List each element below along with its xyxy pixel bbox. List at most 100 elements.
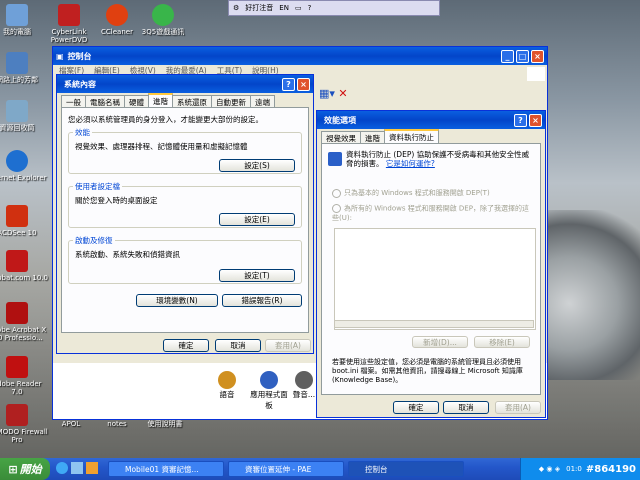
- cpanel-item-sound[interactable]: 聲音...: [289, 371, 319, 400]
- taskbar: ⊞ 開始 Mobile01 資審記憶... 資審位置延伸 - PAE 控制台 ◆…: [0, 458, 640, 480]
- environment-variables-button[interactable]: 環境變數(N): [136, 294, 218, 307]
- windows-logo-icon: [527, 67, 545, 81]
- ok-button[interactable]: 確定: [163, 339, 209, 352]
- desktop-icon-acrobat-com[interactable]: Acrobat.com 10.0: [0, 250, 48, 282]
- cancel-button[interactable]: 取消: [443, 401, 489, 414]
- desktop-icon-network[interactable]: 網路上的芳鄰: [0, 52, 48, 84]
- sound-icon: [295, 371, 313, 389]
- ccleaner-icon: [106, 4, 128, 26]
- powerdvd-icon: [58, 4, 80, 26]
- quick-launch: [56, 462, 98, 474]
- recycle-bin-icon: [6, 100, 28, 122]
- tab-visual-effects[interactable]: 視覺效果: [321, 131, 361, 143]
- performance-options-tabs: 視覺效果 進階 資料執行防止: [317, 129, 545, 143]
- view-toggle[interactable]: ▦▾ ✕: [319, 87, 348, 100]
- start-button[interactable]: ⊞ 開始: [0, 458, 50, 480]
- adobe-reader-icon: [6, 356, 28, 378]
- system-properties-titlebar[interactable]: 系統內容 ? ×: [57, 75, 313, 93]
- control-panel-titlebar[interactable]: ▣ 控制台 _ □ ×: [53, 47, 547, 65]
- performance-settings-button[interactable]: 設定(S): [219, 159, 295, 172]
- desktop-icon-adobe-reader[interactable]: Adobe Reader 7.0: [0, 356, 48, 396]
- radio-icon: [332, 204, 341, 213]
- maximize-icon[interactable]: □: [516, 49, 529, 63]
- error-reporting-button[interactable]: 錯誤報告(R): [222, 294, 302, 307]
- performance-options-dialog[interactable]: 效能選項 ? × 視覺效果 進階 資料執行防止 資料執行防止 (DEP) 協助保…: [316, 110, 546, 418]
- tray-icons[interactable]: ◆ ◉ ◈: [539, 465, 560, 473]
- dep-help-link[interactable]: 它是如何運作?: [386, 159, 435, 168]
- desktop: 我的電腦 CyberLink PowerDVD CCleaner 3Q5遊戲通訊…: [0, 0, 640, 458]
- system-tray: ◆ ◉ ◈ 01:0 #864190: [520, 458, 640, 480]
- tab-advanced[interactable]: 進階: [360, 131, 385, 143]
- radio-all-except[interactable]: 為所有的 Windows 程式和服務開啟 DEP，除了我選擇的這些(U):: [332, 204, 532, 223]
- system-properties-dialog[interactable]: 系統內容 ? × 一般 電腦名稱 硬體 進階 系統還原 自動更新 遠端 您必須以…: [56, 74, 314, 354]
- internet-explorer-icon: [6, 150, 28, 172]
- delete-icon[interactable]: ✕: [338, 87, 347, 100]
- tab-hardware[interactable]: 硬體: [124, 95, 149, 107]
- apply-button[interactable]: 套用(A): [265, 339, 311, 352]
- add-button[interactable]: 新增(D)...: [412, 336, 468, 348]
- apply-button[interactable]: 套用(A): [495, 401, 541, 414]
- chat-icon: [152, 4, 174, 26]
- tab-computer-name[interactable]: 電腦名稱: [85, 95, 125, 107]
- windows-flag-icon: ⊞: [8, 462, 18, 476]
- tab-dep[interactable]: 資料執行防止: [384, 129, 439, 143]
- help-icon[interactable]: ?: [282, 77, 295, 91]
- user-profiles-group: 使用者設定檔 關於您登入時的桌面設定 設定(E): [68, 181, 302, 228]
- desktop-icon-recycle-bin[interactable]: 資源回收筒: [0, 100, 48, 132]
- cpanel-item-app-panel[interactable]: 應用程式面板: [247, 371, 291, 411]
- user-profiles-settings-button[interactable]: 設定(E): [219, 213, 295, 226]
- control-panel-icon: ▣: [56, 51, 64, 61]
- ime-icon[interactable]: ⚙: [233, 4, 239, 12]
- task-control-panel[interactable]: 控制台: [348, 461, 464, 477]
- advanced-tab-panel: 您必須以系統管理員的身分登入，才能變更大部份的設定。 效能 視覺效果、處理器排程…: [61, 107, 309, 333]
- help-icon[interactable]: ?: [514, 113, 527, 127]
- minimize-icon[interactable]: _: [501, 49, 514, 63]
- admin-note: 您必須以系統管理員的身分登入，才能變更大部份的設定。: [68, 115, 263, 124]
- ok-button[interactable]: 確定: [393, 401, 439, 414]
- clock[interactable]: 01:0: [566, 465, 582, 473]
- close-icon[interactable]: ×: [529, 113, 542, 127]
- startup-recovery-group: 啟動及修復 系統啟動、系統失敗和偵錯資訊 設定(T): [68, 235, 302, 284]
- radio-essential-only[interactable]: 只為基本的 Windows 程式和服務開啟 DEP(T): [332, 188, 490, 198]
- desktop-icon-acrobat-pro[interactable]: Adobe Acrobat X 7.0 Professio...: [0, 302, 48, 342]
- exception-list-scrollbar[interactable]: [334, 320, 534, 328]
- remove-button[interactable]: 移除(E): [474, 336, 530, 348]
- speech-icon: [218, 371, 236, 389]
- dep-tab-panel: 資料執行防止 (DEP) 協助保護不受病毒和其他安全性威脅的損害。 它是如何運作…: [321, 143, 541, 395]
- quick-launch-media-icon[interactable]: [86, 462, 98, 474]
- app-panel-icon: [260, 371, 278, 389]
- tab-general[interactable]: 一般: [61, 95, 86, 107]
- acdsee-icon: [6, 205, 28, 227]
- dep-description: 資料執行防止 (DEP) 協助保護不受病毒和其他安全性威脅的損害。 它是如何運作…: [346, 150, 530, 168]
- shield-icon: [328, 152, 342, 166]
- task-pae[interactable]: 資審位置延伸 - PAE: [228, 461, 344, 477]
- dep-info: 若要使用這些設定值，您必須是電腦的系統管理員且必須使用 boot.ini 檔案。…: [332, 358, 523, 384]
- desktop-icon-3q5[interactable]: 3Q5遊戲通訊: [132, 4, 194, 36]
- tab-remote[interactable]: 遠端: [250, 95, 275, 107]
- performance-group: 效能 視覺效果、處理器排程、記憶體使用量和虛擬記憶體 設定(S): [68, 127, 302, 174]
- language-bar[interactable]: ⚙ 好打注音 EN ▭ ?: [228, 0, 440, 16]
- acrobat-pro-icon: [6, 302, 28, 324]
- exception-list[interactable]: [334, 228, 536, 330]
- desktop-icon-manual[interactable]: 使用說明書: [134, 420, 196, 428]
- tab-system-restore[interactable]: 系統還原: [172, 95, 212, 107]
- tab-auto-update[interactable]: 自動更新: [211, 95, 251, 107]
- close-icon[interactable]: ×: [531, 49, 544, 63]
- keyboard-icon[interactable]: ▭: [295, 4, 302, 12]
- network-icon: [6, 52, 28, 74]
- help-icon[interactable]: ?: [308, 4, 312, 12]
- acrobat-icon: [6, 250, 28, 272]
- desktop-icon-ie[interactable]: Internet Explorer: [0, 150, 48, 182]
- task-mobile01[interactable]: Mobile01 資審記憶...: [108, 461, 224, 477]
- cpanel-item-speech[interactable]: 語音: [207, 371, 247, 400]
- view-icon[interactable]: ▦▾: [319, 87, 335, 100]
- performance-options-titlebar[interactable]: 效能選項 ? ×: [317, 111, 545, 129]
- quick-launch-ie-icon[interactable]: [56, 462, 68, 474]
- desktop-icon-acdsee[interactable]: ACDSee 10: [0, 205, 48, 237]
- cancel-button[interactable]: 取消: [215, 339, 261, 352]
- close-icon[interactable]: ×: [297, 77, 310, 91]
- startup-recovery-settings-button[interactable]: 設定(T): [219, 269, 295, 282]
- quick-launch-desktop-icon[interactable]: [71, 462, 83, 474]
- tab-advanced[interactable]: 進階: [148, 93, 173, 107]
- watermark: #864190: [585, 463, 636, 475]
